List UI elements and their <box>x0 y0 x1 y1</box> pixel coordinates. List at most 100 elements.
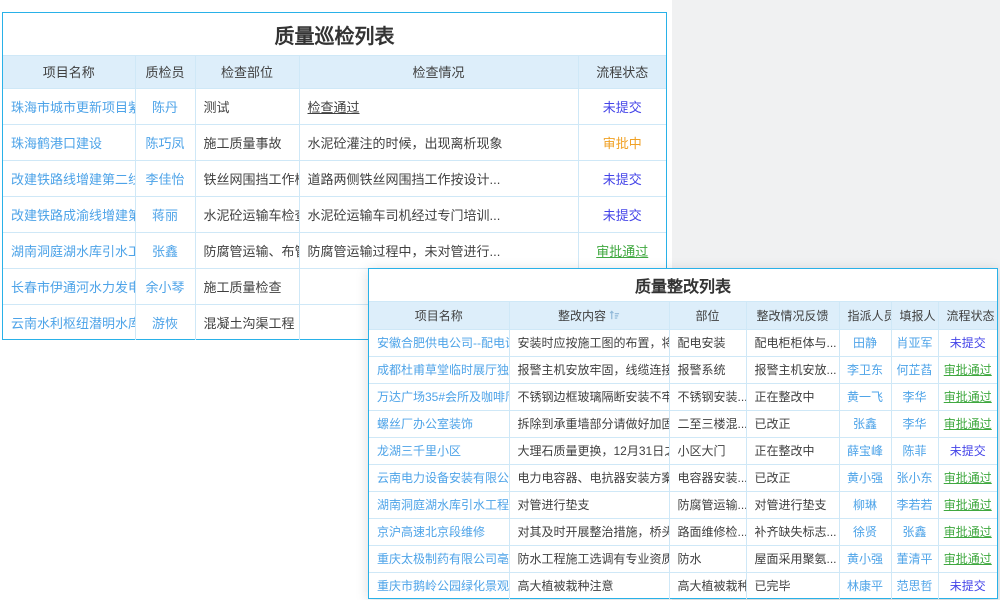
assignee-link[interactable]: 黄小强 <box>847 552 883 566</box>
reporter-link[interactable]: 李若若 <box>896 498 932 512</box>
rectify-feedback: 正在整改中 <box>746 383 839 410</box>
column-header-content-label: 整改内容 <box>558 309 606 323</box>
column-header-inspector: 质检员 <box>135 56 195 88</box>
rectify-content: 安装时应按施工图的布置，将... <box>509 329 669 356</box>
project-link[interactable]: 螺丝厂办公室装饰 <box>377 417 473 431</box>
status-text: 未提交 <box>603 208 642 223</box>
table-row: 重庆市鹅岭公园绿化景观提升... 高大植被栽种注意 高大植被栽种 已完毕 林康平… <box>369 572 997 599</box>
assignee-link[interactable]: 黄小强 <box>847 471 883 485</box>
status-link[interactable]: 审批通过 <box>944 525 992 539</box>
table-row: 改建铁路线增建第二线... 李佳怡 铁丝网围挡工作检查 道路两侧铁丝网围挡工作按… <box>3 160 666 196</box>
column-header-status: 流程状态 <box>578 56 666 88</box>
status-link[interactable]: 审批通过 <box>944 552 992 566</box>
column-header-content[interactable]: 整改内容 <box>509 302 669 329</box>
reporter-link[interactable]: 肖亚军 <box>896 336 932 350</box>
rectification-table-card: 质量整改列表 项目名称 整改内容 部位 整改情况反馈 指派人员 填报人 流程状态… <box>368 268 998 599</box>
rectify-part: 防腐管运输... <box>669 491 746 518</box>
rectify-content: 大理石质量更换，12月31日之... <box>509 437 669 464</box>
status-link[interactable]: 审批通过 <box>944 363 992 377</box>
table-row: 龙湖三千里小区 大理石质量更换，12月31日之... 小区大门 正在整改中 薛宝… <box>369 437 997 464</box>
table-row: 安徽合肥供电公司--配电设备... 安装时应按施工图的布置，将... 配电安装 … <box>369 329 997 356</box>
status-text: 未提交 <box>603 172 642 187</box>
project-link[interactable]: 湖南洞庭湖水库引水工... <box>11 244 135 259</box>
inspector-link[interactable]: 陈巧凤 <box>145 136 184 151</box>
inspector-link[interactable]: 游恢 <box>152 316 178 331</box>
status-link[interactable]: 审批通过 <box>944 498 992 512</box>
project-link[interactable]: 长春市伊通河水力发电... <box>11 280 135 295</box>
rectify-part: 电容器安装... <box>669 464 746 491</box>
inspection-part: 施工质量检查 <box>195 268 299 304</box>
assignee-link[interactable]: 薛宝峰 <box>847 444 883 458</box>
project-link[interactable]: 重庆太极制药有限公司亳州中... <box>377 552 509 566</box>
reporter-link[interactable]: 范思哲 <box>896 579 932 593</box>
project-link[interactable]: 云南电力设备安装有限公司20... <box>377 471 509 485</box>
project-link[interactable]: 安徽合肥供电公司--配电设备... <box>377 336 509 350</box>
reporter-link[interactable]: 何芷萏 <box>896 363 932 377</box>
assignee-link[interactable]: 柳琳 <box>853 498 877 512</box>
rectify-feedback: 报警主机安放... <box>746 356 839 383</box>
assignee-link[interactable]: 徐贤 <box>853 525 877 539</box>
project-link[interactable]: 湖南洞庭湖水库引水工程施工标 <box>377 498 509 512</box>
rectification-table: 项目名称 整改内容 部位 整改情况反馈 指派人员 填报人 流程状态 安徽合肥供电… <box>369 302 997 599</box>
inspection-situation: 道路两侧铁丝网围挡工作按设计... <box>299 160 578 196</box>
assignee-link[interactable]: 张鑫 <box>853 417 877 431</box>
reporter-link[interactable]: 张鑫 <box>902 525 926 539</box>
status-link[interactable]: 审批通过 <box>944 390 992 404</box>
inspection-situation-link[interactable]: 检查通过 <box>308 100 360 115</box>
inspection-header-row: 项目名称 质检员 检查部位 检查情况 流程状态 <box>3 56 666 88</box>
table-row: 成都杜甫草堂临时展厅独立展... 报警主机安放牢固，线缆连接... 报警系统 报… <box>369 356 997 383</box>
project-link[interactable]: 珠海鹤港口建设 <box>11 136 102 151</box>
inspection-part: 水泥砼运输车检查 <box>195 196 299 232</box>
status-text: 未提交 <box>603 100 642 115</box>
project-link[interactable]: 龙湖三千里小区 <box>377 444 461 458</box>
rectify-part: 高大植被栽种 <box>669 572 746 599</box>
assignee-link[interactable]: 李卫东 <box>847 363 883 377</box>
rectify-content: 电力电容器、电抗器安装方案... <box>509 464 669 491</box>
column-header-part: 检查部位 <box>195 56 299 88</box>
assignee-link[interactable]: 黄一飞 <box>847 390 883 404</box>
project-link[interactable]: 云南水利枢纽潜明水库... <box>11 316 135 331</box>
inspector-link[interactable]: 李佳怡 <box>145 172 184 187</box>
column-header-status: 流程状态 <box>938 302 997 329</box>
project-link[interactable]: 改建铁路线增建第二线... <box>11 172 135 187</box>
table-row: 京沪高速北京段维修 对其及时开展整治措施，桥头... 路面维修检... 补齐缺失… <box>369 518 997 545</box>
rectify-feedback: 对管进行垫支 <box>746 491 839 518</box>
project-link[interactable]: 成都杜甫草堂临时展厅独立展... <box>377 363 509 377</box>
rectify-part: 二至三楼混... <box>669 410 746 437</box>
reporter-link[interactable]: 李华 <box>902 390 926 404</box>
assignee-link[interactable]: 林康平 <box>847 579 883 593</box>
project-link[interactable]: 万达广场35#会所及咖啡厅空... <box>377 390 509 404</box>
rectify-content: 对其及时开展整治措施，桥头... <box>509 518 669 545</box>
table-row: 珠海鹤港口建设 陈巧凤 施工质量事故 水泥砼灌注的时候，出现离析现象 审批中 <box>3 124 666 160</box>
inspector-link[interactable]: 余小琴 <box>145 280 184 295</box>
rectify-feedback: 配电柜柜体与... <box>746 329 839 356</box>
inspection-table-title: 质量巡检列表 <box>3 13 666 56</box>
status-link[interactable]: 审批通过 <box>596 244 648 259</box>
inspector-link[interactable]: 陈丹 <box>152 100 178 115</box>
rectify-content: 对管进行垫支 <box>509 491 669 518</box>
assignee-link[interactable]: 田静 <box>853 336 877 350</box>
reporter-link[interactable]: 董清平 <box>896 552 932 566</box>
project-link[interactable]: 京沪高速北京段维修 <box>377 525 485 539</box>
rectify-content: 防水工程施工选调有专业资质... <box>509 545 669 572</box>
project-link[interactable]: 改建铁路成渝线增建第... <box>11 208 135 223</box>
column-header-project: 项目名称 <box>3 56 135 88</box>
sort-amount-icon[interactable] <box>609 310 620 321</box>
column-header-assignee: 指派人员 <box>839 302 891 329</box>
column-header-feedback: 整改情况反馈 <box>746 302 839 329</box>
rectify-part: 不锈钢安装... <box>669 383 746 410</box>
reporter-link[interactable]: 张小东 <box>896 471 932 485</box>
status-link[interactable]: 审批通过 <box>944 417 992 431</box>
reporter-link[interactable]: 李华 <box>902 417 926 431</box>
project-link[interactable]: 重庆市鹅岭公园绿化景观提升... <box>377 579 509 593</box>
table-row: 万达广场35#会所及咖啡厅空... 不锈钢边框玻璃隔断安装不牢... 不锈钢安装… <box>369 383 997 410</box>
status-link[interactable]: 审批通过 <box>944 471 992 485</box>
status-text: 未提交 <box>950 444 986 458</box>
reporter-link[interactable]: 陈菲 <box>902 444 926 458</box>
rectification-header-row: 项目名称 整改内容 部位 整改情况反馈 指派人员 填报人 流程状态 <box>369 302 997 329</box>
rectify-content: 高大植被栽种注意 <box>509 572 669 599</box>
inspection-part: 混凝土沟渠工程 <box>195 304 299 340</box>
inspector-link[interactable]: 张鑫 <box>152 244 178 259</box>
inspector-link[interactable]: 蒋丽 <box>152 208 178 223</box>
project-link[interactable]: 珠海市城市更新项目紫... <box>11 100 135 115</box>
